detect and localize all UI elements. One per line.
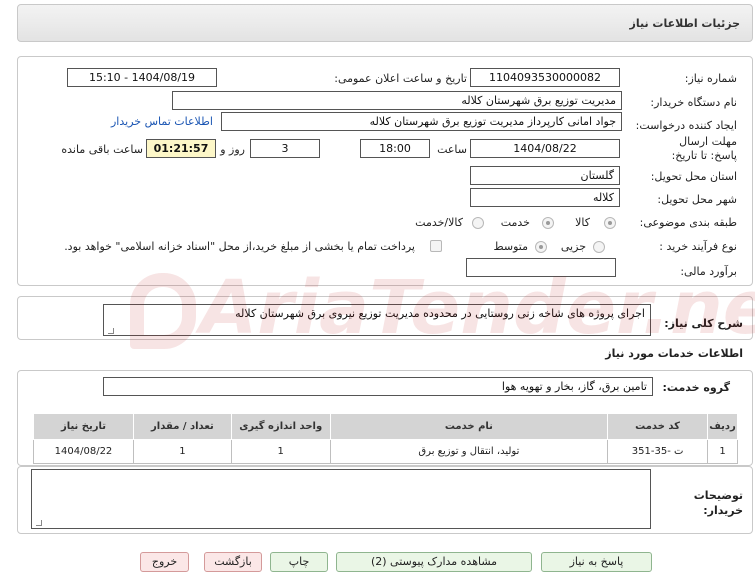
col-quantity: تعداد / مقدار [132,413,232,440]
radio-minor[interactable] [593,241,605,253]
service-group-field: تامین برق، گاز، بخار و تهویه هوا [103,377,653,396]
exit-button[interactable]: خروج [140,552,189,572]
page-title: جزئیات اطلاعات نیاز [629,17,741,30]
col-need-date: تاریخ نیاز [33,413,134,440]
days-label: روز و [220,143,245,156]
deadline-label-text: مهلت ارسال پاسخ: تا تاریخ: [671,135,737,162]
header-bar: جزئیات اطلاعات نیاز [17,4,753,42]
requester-field: جواد امانی کارپرداز مدیریت توزیع برق شهر… [221,112,622,131]
deadline-date-field: 1404/08/22 [470,139,620,158]
buyer-org-field: مدیریت توزیع برق شهرستان کلاله [172,91,622,110]
reply-button[interactable]: پاسخ به نیاز [541,552,652,572]
time-label: ساعت [437,143,467,156]
payment-note: پرداخت تمام یا بخشی از مبلغ خرید،از محل … [64,240,415,253]
cell-quantity: 1 [132,439,232,464]
days-field: 3 [250,139,320,158]
back-button[interactable]: بازگشت [204,552,262,572]
requester-label: ایجاد کننده درخواست: [635,119,737,132]
radio-medium[interactable] [535,241,547,253]
watermark: AriaTender.net [130,255,755,375]
radio-service[interactable] [542,217,554,229]
buyer-notes-field[interactable] [31,469,651,529]
radio-goods-label: کالا [575,216,590,229]
buyer-notes-label: توضیحات خریدار: [679,488,743,518]
table-header-row: ردیف کد خدمت نام خدمت واحد اندازه گیری ت… [33,413,738,440]
col-service-code: کد خدمت [607,413,709,440]
need-number-field: 1104093530000082 [470,68,620,87]
print-button[interactable]: چاپ [270,552,328,572]
notes-resize-handle[interactable] [36,520,42,526]
col-unit: واحد اندازه گیری [230,413,331,440]
province-label: استان محل تحویل: [650,170,737,183]
table-row: 1 ت -35-351 تولید، انتقال و توزیع برق 1 … [33,439,738,464]
city-field: کلاله [470,188,620,207]
radio-minor-label: جزیی [560,240,586,253]
province-field: گلستان [470,166,620,185]
radio-service-label: خدمت [500,216,530,229]
radio-goods[interactable] [604,217,616,229]
cell-service-name: تولید، انتقال و توزیع برق [329,439,609,464]
remaining-label: ساعت باقی مانده [61,143,143,156]
col-service-name: نام خدمت [329,413,609,440]
remaining-time-field: 01:21:57 [146,139,216,158]
deadline-label: مهلت ارسال پاسخ: تا تاریخ: [652,135,737,163]
purchase-type-label: نوع فرآیند خرید : [659,240,737,253]
watermark-text: AriaTender.net [200,265,755,351]
radio-medium-label: متوسط [493,240,528,253]
buyer-contact-link[interactable]: اطلاعات تماس خریدار [111,115,213,128]
description-resize-handle[interactable] [108,328,114,334]
radio-goods-service[interactable] [472,217,484,229]
buyer-org-label: نام دستگاه خریدار: [650,96,737,109]
city-label: شهر محل تحویل: [657,193,737,206]
col-row: ردیف [707,413,738,440]
deadline-time-field: 18:00 [360,139,430,158]
need-number-label: شماره نیاز: [684,72,737,85]
category-label: طبقه بندی موضوعی: [639,216,737,229]
watermark-logo-icon [130,273,196,349]
cell-service-code: ت -35-351 [607,439,709,464]
radio-goods-service-label: کالا/خدمت [415,216,463,229]
service-group-label: گروه خدمت: [662,381,730,394]
services-table: ردیف کد خدمت نام خدمت واحد اندازه گیری ت… [33,413,738,464]
cell-row: 1 [707,439,738,464]
cell-need-date: 1404/08/22 [33,439,134,464]
announce-label: تاریخ و ساعت اعلان عمومی: [334,72,467,85]
announce-datetime-field: 1404/08/19 - 15:10 [67,68,217,87]
treasury-payment-checkbox[interactable] [430,240,442,252]
cell-unit: 1 [230,439,331,464]
buyer-notes-label-text: توضیحات خریدار: [693,489,743,517]
attachments-button[interactable]: مشاهده مدارک پیوستی (2) [336,552,532,572]
